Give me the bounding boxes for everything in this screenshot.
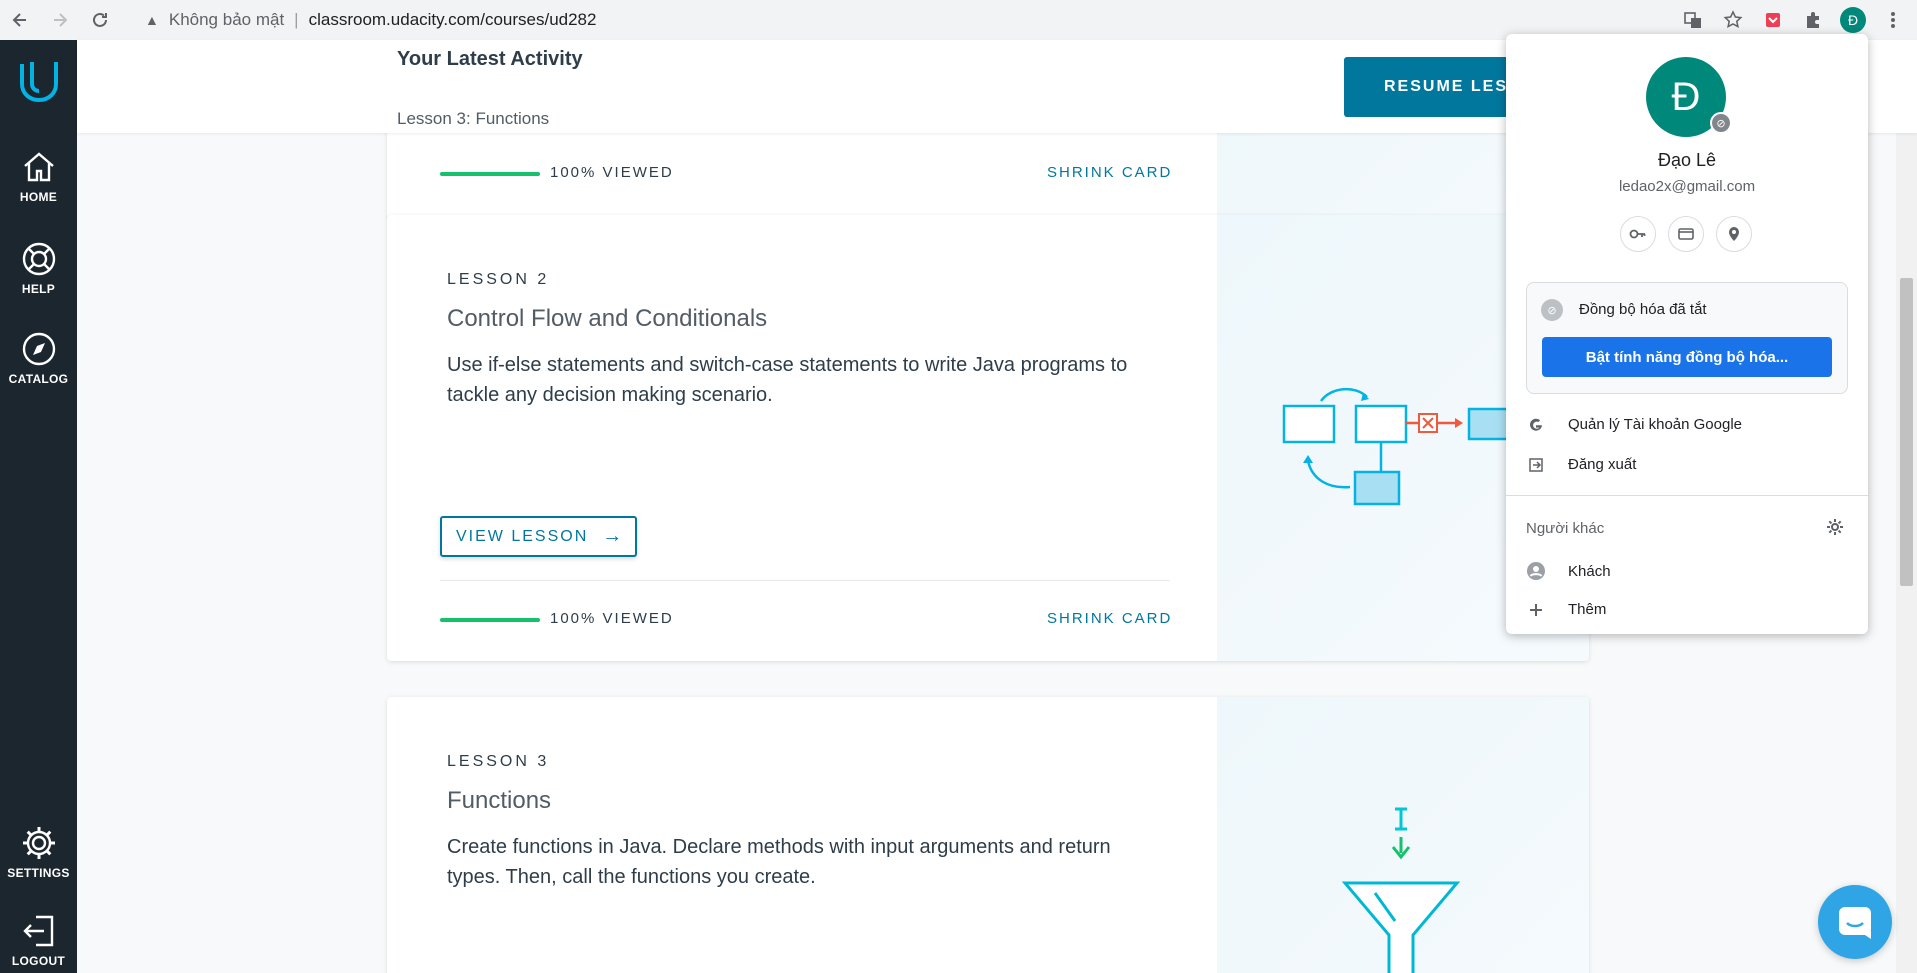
scrollbar-thumb[interactable]	[1900, 278, 1913, 586]
plus-icon	[1526, 602, 1546, 618]
bookmark-star-icon[interactable]	[1715, 2, 1751, 38]
menu-divider	[1506, 495, 1868, 496]
guest-profile-item[interactable]: Khách	[1526, 561, 1611, 581]
funnel-illustration	[1341, 807, 1461, 973]
more-menu-icon[interactable]	[1875, 2, 1911, 38]
addresses-button[interactable]	[1716, 216, 1752, 252]
udacity-logo-icon[interactable]	[18, 58, 60, 104]
view-lesson-label: VIEW LESSON	[456, 527, 589, 545]
guest-label: Khách	[1568, 562, 1611, 580]
sidebar-item-label: HELP	[21, 282, 56, 296]
gear-icon	[22, 827, 55, 859]
sign-out-item[interactable]: Đăng xuất	[1526, 456, 1636, 473]
extensions-puzzle-icon[interactable]	[1795, 2, 1831, 38]
lifebuoy-icon	[22, 242, 55, 276]
translate-icon[interactable]	[1675, 2, 1711, 38]
latest-activity-lesson[interactable]: Lesson 3: Functions	[397, 109, 549, 129]
progress-bar	[440, 618, 540, 622]
warning-icon[interactable]: ▲	[145, 12, 159, 28]
sign-out-icon	[1526, 457, 1546, 473]
page-scrollbar[interactable]	[1896, 40, 1917, 973]
credit-card-icon	[1678, 228, 1694, 240]
home-icon	[23, 152, 54, 182]
avatar[interactable]: Đ	[1840, 7, 1866, 33]
sidebar-item-help[interactable]: HELP	[0, 240, 77, 296]
chat-icon	[1839, 907, 1871, 939]
logout-icon	[22, 915, 53, 947]
address-bar[interactable]: ▲ Không bảo mật | classroom.udacity.com/…	[131, 4, 1661, 36]
sign-out-label: Đăng xuất	[1568, 456, 1637, 473]
profile-menu-popup: Đ ⊘ Đạo Lê ledao2x@gmail.com ⊘ Đồng bộ h…	[1506, 34, 1868, 634]
sidebar-item-logout[interactable]: LOGOUT	[0, 912, 77, 968]
add-profile-item[interactable]: Thêm	[1526, 601, 1606, 618]
lesson-card: LESSON 2 Control Flow and Conditionals U…	[387, 215, 1589, 661]
passwords-key-button[interactable]	[1620, 216, 1656, 252]
profile-avatar-button[interactable]: Đ	[1835, 2, 1871, 38]
google-g-icon	[1526, 417, 1546, 433]
forward-icon[interactable]	[40, 0, 80, 40]
lesson-illustration	[1217, 697, 1589, 973]
viewed-label: 100% VIEWED	[550, 610, 674, 627]
lesson-title: Control Flow and Conditionals	[447, 305, 768, 332]
lesson-card: LESSON 3 Functions Create functions in J…	[387, 697, 1589, 973]
lesson-number: LESSON 2	[447, 271, 550, 288]
card-divider	[440, 580, 1170, 581]
profile-quick-actions	[1620, 216, 1752, 252]
shrink-card-button[interactable]: SHRINK CARD	[1047, 610, 1172, 627]
latest-activity-title: Your Latest Activity	[397, 48, 583, 70]
key-icon	[1629, 229, 1646, 239]
extension-pocket-icon[interactable]	[1755, 2, 1791, 38]
sidebar-item-catalog[interactable]: CATALOG	[0, 330, 77, 386]
profile-name: Đạo Lê	[1657, 150, 1717, 170]
reload-icon[interactable]	[80, 0, 120, 40]
sidebar-item-label: HOME	[19, 190, 58, 204]
sidebar-item-label: LOGOUT	[11, 954, 66, 968]
lesson-description: Use if-else statements and switch-case s…	[447, 354, 1128, 406]
sync-panel: ⊘ Đồng bộ hóa đã tắt Bật tính năng đồng …	[1526, 282, 1848, 394]
profile-email: ledao2x@gmail.com	[1618, 178, 1756, 195]
lesson-number: LESSON 3	[447, 753, 550, 770]
view-lesson-button[interactable]: VIEW LESSON →	[440, 516, 637, 557]
manage-account-label: Quản lý Tài khoản Google	[1568, 416, 1743, 433]
progress-bar	[440, 172, 540, 176]
security-label[interactable]: Không bảo mật	[169, 10, 284, 30]
url-text[interactable]: classroom.udacity.com/courses/ud282	[309, 10, 597, 30]
sidebar-item-label: CATALOG	[8, 372, 69, 386]
chat-launcher-button[interactable]	[1818, 885, 1892, 959]
sync-disabled-icon: ⊘	[1541, 299, 1563, 321]
other-people-label: Người khác	[1526, 520, 1605, 537]
sidebar-item-label: SETTINGS	[7, 866, 70, 880]
manage-people-gear-icon[interactable]	[1826, 518, 1844, 541]
omnibox-separator: |	[294, 10, 299, 29]
arrow-right-icon: →	[602, 525, 625, 547]
lesson-title: Functions	[447, 787, 552, 814]
guest-person-icon	[1526, 561, 1546, 581]
shrink-card-button[interactable]: SHRINK CARD	[1047, 164, 1172, 181]
sidebar-item-settings[interactable]: SETTINGS	[0, 824, 77, 880]
sync-status-text: Đồng bộ hóa đã tắt	[1579, 301, 1707, 318]
sidebar-item-home[interactable]: HOME	[0, 148, 77, 204]
back-icon[interactable]	[0, 0, 40, 40]
turn-on-sync-button[interactable]: Bật tính năng đồng bộ hóa...	[1542, 337, 1832, 377]
app-sidebar: HOME HELP CATALOG SETTINGS LOGOUT	[0, 40, 77, 973]
location-pin-icon	[1729, 227, 1739, 241]
compass-icon	[22, 332, 55, 366]
lesson-description: Create functions in Java. Declare method…	[447, 836, 1111, 888]
viewed-label: 100% VIEWED	[550, 164, 674, 181]
sync-off-icon: ⊘	[1710, 112, 1732, 134]
add-label: Thêm	[1568, 601, 1607, 618]
manage-google-account-item[interactable]: Quản lý Tài khoản Google	[1526, 416, 1742, 433]
payment-methods-button[interactable]	[1668, 216, 1704, 252]
